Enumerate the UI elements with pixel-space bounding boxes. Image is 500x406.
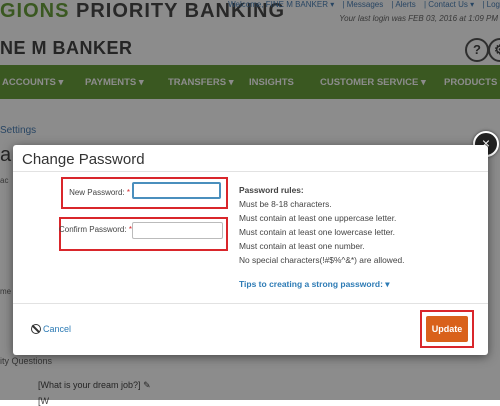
- password-tips-link[interactable]: Tips to creating a strong password: ▾: [239, 279, 390, 290]
- update-highlight: Update: [420, 310, 474, 348]
- new-password-label: New Password: *: [61, 188, 130, 197]
- password-rules: Password rules: Must be 8-18 characters.…: [239, 183, 404, 267]
- confirm-password-label-text: Confirm Password:: [59, 225, 127, 234]
- password-rule: No special characters(!#$%^&*) are allow…: [239, 255, 405, 265]
- dialog-title: Change Password: [22, 151, 145, 168]
- change-password-dialog: Change Password New Password: * Confirm …: [13, 145, 488, 355]
- divider: [13, 171, 488, 172]
- divider: [13, 303, 488, 304]
- required-marker: *: [126, 188, 130, 197]
- confirm-password-input[interactable]: [132, 222, 223, 239]
- confirm-password-label: Confirm Password: *: [59, 225, 132, 234]
- password-rule: Must be 8-18 characters.: [239, 199, 332, 209]
- update-button[interactable]: Update: [426, 316, 468, 342]
- password-rule: Must contain at least one lowercase lett…: [239, 227, 395, 237]
- new-password-input[interactable]: [132, 182, 221, 199]
- new-password-label-text: New Password:: [69, 188, 125, 197]
- cancel-button[interactable]: Cancel: [31, 324, 71, 334]
- cancel-icon: [31, 324, 41, 334]
- cancel-label: Cancel: [43, 324, 72, 334]
- password-rule: Must contain at least one number.: [239, 241, 365, 251]
- password-rule: Must contain at least one uppercase lett…: [239, 213, 397, 223]
- password-rules-title: Password rules:: [239, 185, 304, 195]
